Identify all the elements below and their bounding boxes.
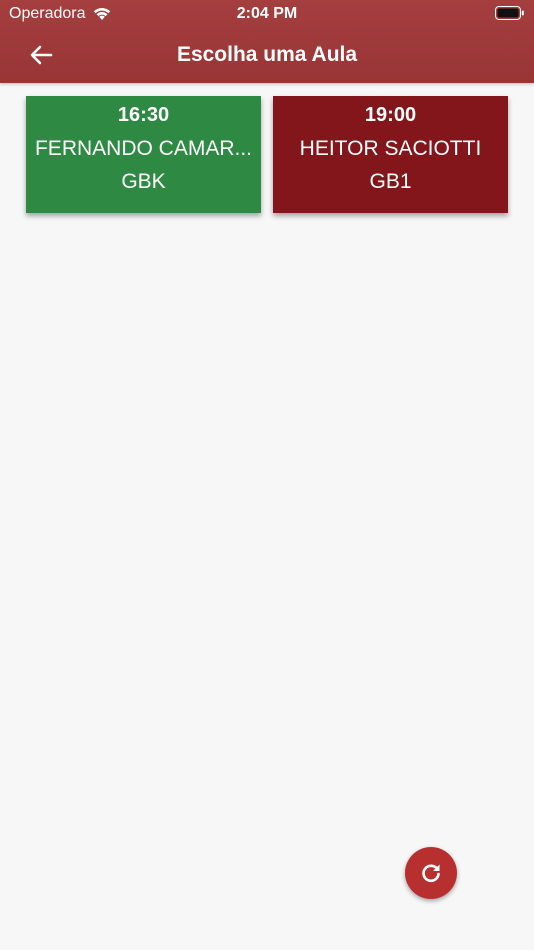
class-code: GB1 bbox=[369, 170, 412, 193]
class-instructor: HEITOR SACIOTTI bbox=[299, 137, 482, 160]
class-instructor: FERNANDO CAMAR... bbox=[34, 137, 252, 160]
class-code: GBK bbox=[121, 170, 166, 193]
battery-icon bbox=[495, 6, 525, 26]
refresh-icon bbox=[422, 864, 440, 883]
class-time: 19:00 bbox=[364, 104, 417, 126]
refresh-button[interactable] bbox=[405, 847, 457, 899]
status-bar: Operadora 2:04 PM bbox=[0, 0, 534, 28]
app-header: Operadora 2:04 PM Escolha uma Aula bbox=[0, 0, 534, 83]
class-time: 16:30 bbox=[117, 104, 170, 126]
page-title: Escolha uma Aula bbox=[176, 43, 358, 66]
status-time: 2:04 PM bbox=[236, 5, 298, 22]
class-card[interactable]: 19:00 HEITOR SACIOTTI GB1 bbox=[273, 96, 508, 213]
class-card[interactable]: 16:30 FERNANDO CAMAR... GBK bbox=[26, 96, 261, 213]
